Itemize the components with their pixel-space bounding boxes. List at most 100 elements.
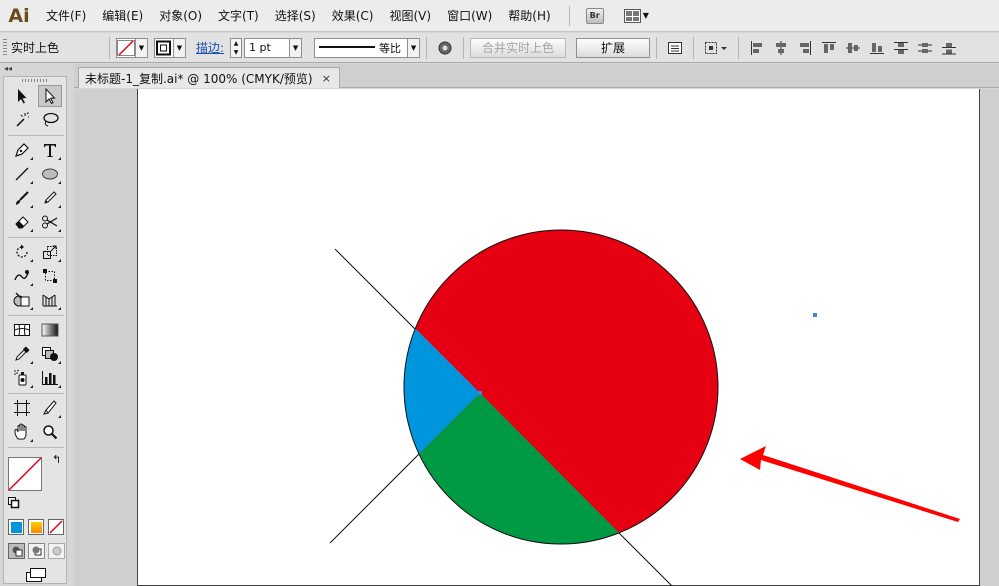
swap-fill-stroke-icon[interactable]: ↰: [52, 453, 61, 466]
type-tool-icon: [44, 144, 56, 157]
align-left-icon[interactable]: [748, 39, 766, 57]
draw-inside-button[interactable]: [48, 543, 65, 559]
collapse-panel-icon[interactable]: ◂◂: [0, 64, 72, 74]
merge-live-paint-button[interactable]: 合并实时上色: [470, 37, 567, 58]
fill-color-picker[interactable]: ▼: [116, 37, 148, 58]
shape-builder-tool[interactable]: [10, 289, 34, 311]
color-mode-buttons: [8, 519, 66, 537]
magic-wand-tool[interactable]: [10, 109, 34, 131]
distribute-bottom-icon[interactable]: [940, 39, 958, 57]
canvas[interactable]: [74, 89, 999, 586]
screen-mode-icon: [26, 568, 46, 582]
pen-tool[interactable]: [10, 139, 34, 161]
recolor-artwork-icon[interactable]: [436, 39, 454, 57]
eraser-tool[interactable]: [10, 211, 34, 233]
symbol-sprayer-tool[interactable]: [10, 367, 34, 389]
lasso-tool-icon: [43, 112, 59, 127]
panel-grip[interactable]: [22, 79, 48, 82]
perspective-grid-tool[interactable]: [38, 289, 62, 311]
ellipse-tool[interactable]: [38, 163, 62, 185]
annotation-arrow: [740, 446, 960, 522]
warp-tool[interactable]: [10, 265, 34, 287]
hand-tool[interactable]: [10, 421, 34, 443]
close-icon[interactable]: ×: [322, 72, 331, 85]
variable-width-profile-select[interactable]: 等比 ▼: [314, 37, 421, 58]
line-segment-tool[interactable]: [10, 163, 34, 185]
rotate-tool[interactable]: [10, 241, 34, 263]
stroke-label-link[interactable]: 描边:: [196, 39, 224, 56]
align-vertical-center-icon[interactable]: [844, 39, 862, 57]
menu-view[interactable]: 视图(V): [381, 5, 439, 27]
stroke-weight-stepper[interactable]: ▲ ▼: [230, 37, 243, 58]
slice-tool[interactable]: [38, 397, 62, 419]
pencil-tool-icon: [44, 191, 57, 204]
scissors-tool[interactable]: [38, 211, 62, 233]
color-button[interactable]: [8, 519, 24, 535]
separator: [109, 36, 110, 59]
screen-mode-button[interactable]: [24, 567, 48, 583]
distribute-top-icon[interactable]: [892, 39, 910, 57]
paintbrush-tool[interactable]: [10, 187, 34, 209]
menu-effect[interactable]: 效果(C): [324, 5, 382, 27]
type-tool[interactable]: [38, 139, 62, 161]
direct-selection-tool[interactable]: [38, 85, 62, 107]
gradient-tool-icon: [41, 323, 59, 337]
blend-tool[interactable]: [38, 343, 62, 365]
draw-normal-button[interactable]: [8, 543, 25, 559]
separator: [656, 36, 658, 59]
menu-file[interactable]: 文件(F): [38, 5, 94, 27]
menu-select[interactable]: 选择(S): [267, 5, 324, 27]
align-right-icon[interactable]: [796, 39, 814, 57]
document-setup-icon[interactable]: [666, 39, 684, 57]
pencil-tool[interactable]: [38, 187, 62, 209]
none-button[interactable]: [48, 519, 64, 535]
blend-tool-icon: [42, 347, 58, 361]
align-bottom-icon[interactable]: [868, 39, 886, 57]
fill-swatch[interactable]: [8, 457, 42, 491]
draw-behind-button[interactable]: [28, 543, 45, 559]
column-graph-tool[interactable]: [38, 367, 62, 389]
artboard[interactable]: [137, 89, 980, 586]
stroke-swatch: [155, 40, 173, 56]
transform-reference-icon[interactable]: [703, 39, 729, 57]
ellipse-tool-icon: [42, 168, 58, 180]
lasso-tool[interactable]: [38, 109, 62, 131]
document-tab[interactable]: 未标题-1_复制.ai* @ 100% (CMYK/预览) ×: [78, 67, 340, 88]
zoom-tool-icon: [43, 425, 58, 440]
selection-tool[interactable]: [10, 85, 34, 107]
gradient-tool[interactable]: [38, 319, 62, 341]
bridge-button[interactable]: Br: [585, 7, 604, 24]
tools-panel-body: ↰: [3, 76, 67, 584]
artboard-tool[interactable]: [10, 397, 34, 419]
mesh-tool[interactable]: [10, 319, 34, 341]
arrange-documents-button[interactable]: ▼: [623, 8, 649, 23]
separator: [738, 36, 740, 59]
gradient-button[interactable]: [28, 519, 44, 535]
default-fill-stroke-icon[interactable]: [8, 497, 20, 512]
anchor-point[interactable]: [813, 313, 817, 317]
align-top-icon[interactable]: [820, 39, 838, 57]
panel-grip[interactable]: [3, 38, 7, 57]
chevron-down-icon: ▼: [135, 38, 147, 57]
zoom-tool[interactable]: [38, 421, 62, 443]
stroke-weight-field[interactable]: 1 pt ▼: [244, 37, 303, 58]
anchor-point[interactable]: [478, 391, 482, 395]
stroke-color-picker[interactable]: ▼: [154, 37, 186, 58]
eyedropper-tool[interactable]: [10, 343, 34, 365]
arrange-documents-icon: [623, 8, 641, 23]
free-transform-tool[interactable]: [38, 265, 62, 287]
slice-tool-icon: [43, 400, 57, 415]
menu-window[interactable]: 窗口(W): [439, 5, 500, 27]
scale-tool[interactable]: [38, 241, 62, 263]
eraser-tool-icon: [15, 216, 29, 229]
menu-help[interactable]: 帮助(H): [500, 5, 558, 27]
menu-edit[interactable]: 编辑(E): [94, 5, 151, 27]
distribute-vertical-center-icon[interactable]: [916, 39, 934, 57]
menu-type[interactable]: 文字(T): [210, 5, 267, 27]
separator: [426, 36, 428, 59]
align-horizontal-center-icon[interactable]: [772, 39, 790, 57]
hand-tool-icon: [14, 423, 27, 440]
expand-button[interactable]: 扩展: [576, 37, 651, 58]
menu-object[interactable]: 对象(O): [151, 5, 210, 27]
rotate-tool-icon: [16, 244, 28, 258]
